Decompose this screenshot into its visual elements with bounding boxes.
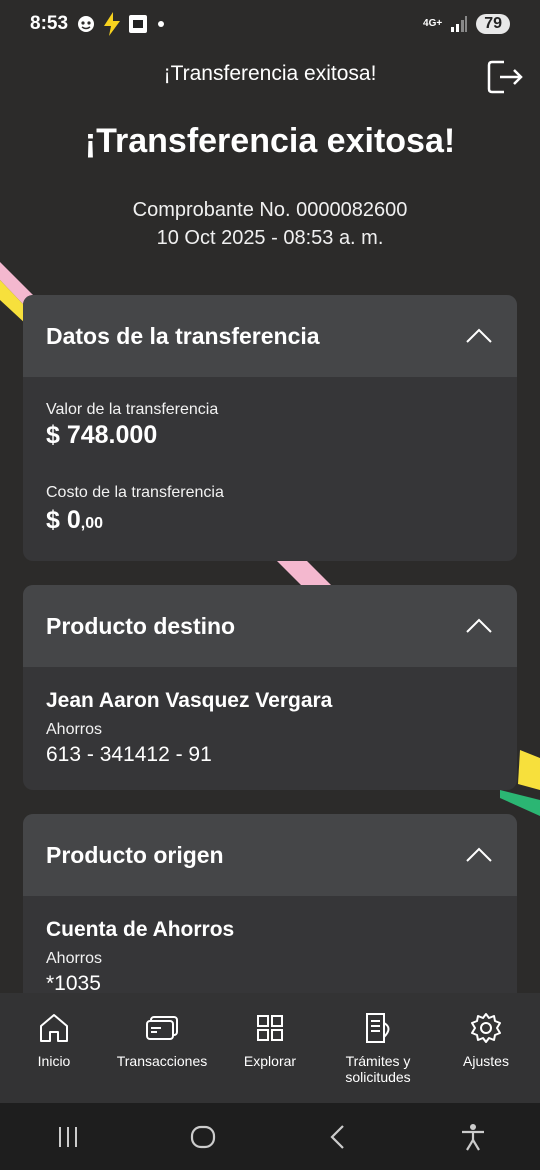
destination-account-number: 613 - 341412 - 91 <box>46 743 212 766</box>
destination-account-type: Ahorros <box>46 721 103 738</box>
back-icon[interactable] <box>323 1122 353 1152</box>
accessibility-icon[interactable] <box>458 1122 488 1152</box>
success-title: ¡Transferencia exitosa! <box>84 122 456 160</box>
system-nav-bar <box>0 1103 540 1170</box>
transfer-details-card: Datos de la transferencia Valor de la tr… <box>23 295 517 561</box>
document-icon <box>366 1013 390 1043</box>
nav-explore[interactable]: Explorar <box>216 993 324 1103</box>
gear-icon <box>471 1013 501 1043</box>
cards-icon <box>146 1016 178 1040</box>
destination-product-header[interactable]: Producto destino <box>23 585 517 667</box>
origin-product-card: Producto origen Cuenta de Ahorros Ahorro… <box>23 814 517 1014</box>
destination-product-card: Producto destino Jean Aaron Vasquez Verg… <box>23 585 517 790</box>
bottom-nav: Inicio Transacciones Explorar Trámites y… <box>0 993 540 1103</box>
network-type: 4G+ <box>423 18 443 29</box>
transfer-cost-label: Costo de la transferencia <box>46 484 224 501</box>
card-title: Datos de la transferencia <box>46 322 320 349</box>
nav-home-label: Inicio <box>37 1053 71 1069</box>
chevron-up-icon[interactable] <box>464 845 494 865</box>
dot-icon <box>158 21 165 27</box>
nav-home[interactable]: Inicio <box>0 993 108 1103</box>
battery-indicator: 79 <box>476 14 510 34</box>
status-time: 8:53 <box>30 13 69 34</box>
chevron-up-icon[interactable] <box>464 616 494 636</box>
transfer-cost: $ 0,00 <box>46 506 104 534</box>
bolt-icon <box>104 12 121 36</box>
nav-settings[interactable]: Ajustes <box>432 993 540 1103</box>
recent-apps-icon[interactable] <box>53 1122 83 1152</box>
assistant-icon <box>78 16 95 32</box>
transfer-value-label: Valor de la transferencia <box>46 401 219 418</box>
card-title: Producto origen <box>46 841 224 868</box>
transfer-details-header[interactable]: Datos de la transferencia <box>23 295 517 377</box>
origin-account-type: Ahorros <box>46 950 103 967</box>
origin-product-header[interactable]: Producto origen <box>23 814 517 896</box>
app-notification-icon <box>129 15 148 33</box>
exit-icon[interactable] <box>486 58 524 96</box>
nav-settings-label: Ajustes <box>463 1053 509 1069</box>
card-title: Producto destino <box>46 612 236 639</box>
nav-transactions[interactable]: Transacciones <box>108 993 216 1103</box>
chevron-up-icon[interactable] <box>464 326 494 346</box>
home-button-icon[interactable] <box>188 1122 218 1152</box>
nav-procedures-label: Trámites y solicitudes <box>345 1053 411 1085</box>
status-bar: 8:53 4G+ 79 <box>0 0 540 48</box>
signal-icon <box>451 16 468 32</box>
destination-holder-name: Jean Aaron Vasquez Vergara <box>46 689 333 712</box>
nav-transactions-label: Transacciones <box>116 1053 208 1069</box>
transfer-value: $ 748.000 <box>46 421 158 449</box>
transfer-datetime: 10 Oct 2025 - 08:53 a. m. <box>156 227 384 249</box>
grid-icon <box>257 1015 283 1041</box>
origin-product-name: Cuenta de Ahorros <box>46 918 235 941</box>
home-icon <box>40 1014 68 1042</box>
header-title: ¡Transferencia exitosa! <box>163 62 377 85</box>
nav-procedures[interactable]: Trámites y solicitudes <box>324 993 432 1103</box>
receipt-number: Comprobante No. 0000082600 <box>132 199 408 221</box>
nav-explore-label: Explorar <box>243 1053 297 1069</box>
